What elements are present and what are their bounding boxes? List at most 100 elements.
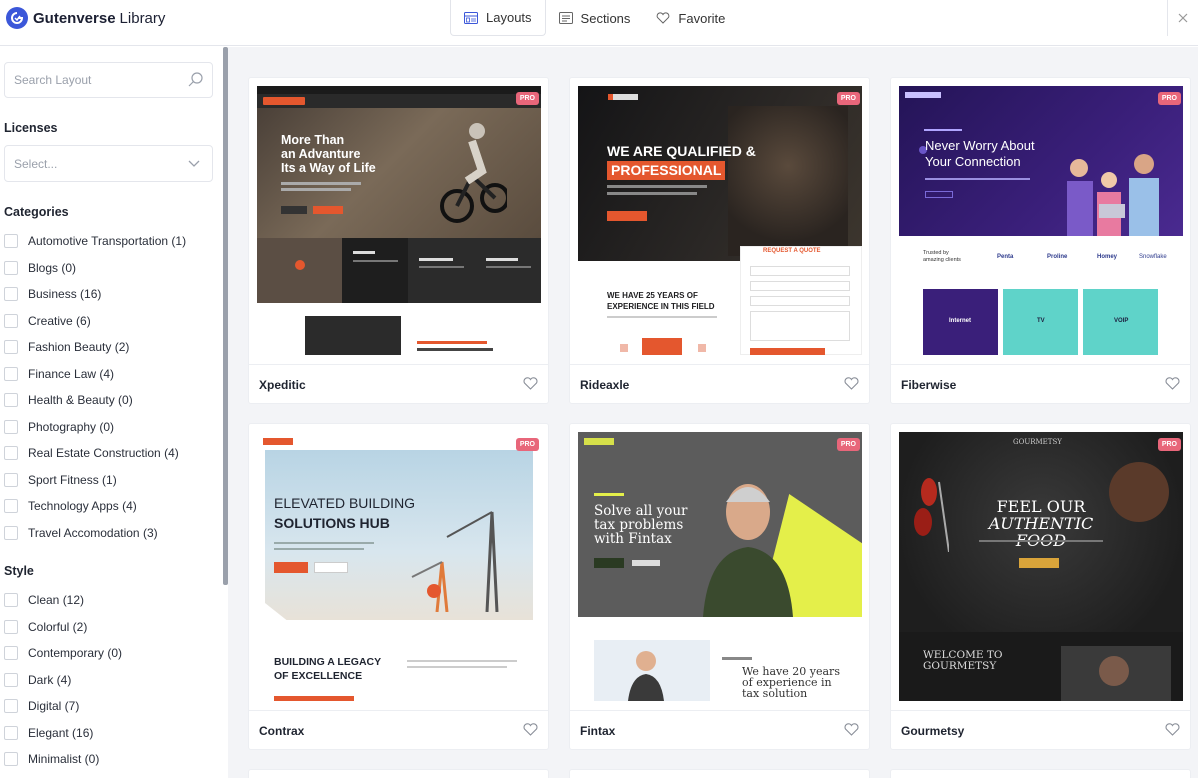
close-button[interactable]	[1167, 0, 1198, 36]
category-label: Sport Fitness (1)	[28, 472, 117, 487]
style-option[interactable]: Minimalist (0)	[4, 752, 99, 766]
category-label: Business (16)	[28, 287, 102, 301]
checkbox[interactable]	[4, 446, 18, 460]
category-option[interactable]: Travel Accomodation (3)	[4, 525, 158, 540]
gutenverse-logo-icon	[6, 7, 28, 29]
layout-card-fintax[interactable]: Solve all your tax problems with Fintax We…	[569, 423, 870, 750]
contrax-subhead: BUILDING A LEGACY OF EXCELLENCE	[274, 656, 382, 682]
category-label: Creative (6)	[28, 313, 91, 328]
checkbox[interactable]	[4, 366, 18, 381]
search-input[interactable]	[5, 63, 175, 97]
brand: Gutenverse Library	[6, 7, 165, 29]
licenses-select-value: Select...	[14, 157, 58, 171]
layout-card-rideaxle[interactable]: WE ARE QUALIFIED & PROFESSIONAL REQUEST …	[569, 77, 870, 404]
category-label: Health & Beauty (0)	[28, 393, 133, 407]
layout-card-xpeditic[interactable]: More Than an Advanture Its a Way of Life P…	[248, 77, 549, 404]
layout-card-next[interactable]	[569, 769, 870, 778]
chevron-down-icon	[188, 160, 200, 167]
licenses-select[interactable]: Select...	[4, 145, 213, 182]
category-label: Automotive Transportation (1)	[28, 234, 187, 248]
service-voip: VOIP	[1114, 318, 1129, 324]
layout-title: Gourmetsy	[901, 724, 965, 738]
layout-preview-fintax[interactable]: Solve all your tax problems with Fintax We…	[578, 432, 862, 701]
layout-card-gourmetsy[interactable]: GOURMETSY FEEL OUR AUTHENTIC FOOD WELCOME…	[890, 423, 1191, 750]
layout-preview-xpeditic[interactable]: More Than an Advanture Its a Way of Life P…	[257, 86, 541, 355]
layout-title: Contrax	[259, 724, 305, 738]
checkbox[interactable]	[4, 393, 18, 407]
heart-icon	[657, 12, 670, 24]
tab-sections[interactable]: Sections	[546, 0, 644, 36]
style-heading: Style	[4, 564, 34, 578]
checkbox[interactable]	[4, 725, 18, 740]
favorite-heart-icon[interactable]	[844, 723, 859, 736]
favorite-heart-icon[interactable]	[1165, 377, 1180, 390]
layout-card-next[interactable]	[248, 769, 549, 778]
favorite-heart-icon[interactable]	[1165, 723, 1180, 736]
brand-suffix: Library	[119, 9, 166, 27]
style-option[interactable]: Clean (12)	[4, 593, 84, 607]
category-option[interactable]: Sport Fitness (1)	[4, 472, 117, 487]
search-box	[4, 62, 213, 98]
checkbox[interactable]	[4, 340, 18, 354]
layout-title: Fiberwise	[901, 378, 957, 392]
favorite-heart-icon[interactable]	[844, 377, 859, 390]
pro-badge: PRO	[515, 438, 539, 451]
checkbox[interactable]	[4, 419, 18, 434]
checkbox[interactable]	[4, 313, 18, 328]
layout-preview-fiberwise[interactable]: Never Worry About Your Connection Trusted…	[899, 86, 1183, 355]
category-option[interactable]: Automotive Transportation (1)	[4, 234, 186, 248]
checkbox[interactable]	[4, 234, 18, 248]
style-option[interactable]: Colorful (2)	[4, 619, 87, 634]
search-icon[interactable]	[188, 72, 203, 87]
category-option[interactable]: Finance Law (4)	[4, 366, 114, 381]
category-label: Blogs (0)	[28, 260, 77, 275]
gourmetsy-brand: GOURMETSY	[1013, 438, 1062, 446]
style-option[interactable]: Elegant (16)	[4, 725, 93, 740]
checkbox[interactable]	[4, 699, 18, 713]
checkbox[interactable]	[4, 752, 18, 766]
layout-preview-rideaxle[interactable]: WE ARE QUALIFIED & PROFESSIONAL REQUEST …	[578, 86, 862, 355]
category-option[interactable]: Technology Apps (4)	[4, 499, 137, 513]
tab-favorite[interactable]: Favorite	[643, 0, 738, 36]
layout-card-next[interactable]	[890, 769, 1191, 778]
service-internet: Internet	[949, 318, 972, 324]
card-footer: Fintax	[570, 710, 869, 750]
checkbox[interactable]	[4, 499, 18, 513]
favorite-heart-icon[interactable]	[523, 723, 538, 736]
layout-preview-contrax[interactable]: ELEVATED BUILDING SOLUTIONS HUB BUILDING …	[257, 432, 541, 701]
layout-card-fiberwise[interactable]: Never Worry About Your Connection Trusted…	[890, 77, 1191, 404]
checkbox[interactable]	[4, 525, 18, 540]
licenses-heading: Licenses	[4, 121, 58, 135]
checkbox[interactable]	[4, 619, 18, 634]
category-option[interactable]: Photography (0)	[4, 419, 114, 434]
checkbox[interactable]	[4, 287, 18, 301]
tab-layouts[interactable]: Layouts	[450, 0, 546, 36]
style-label: Minimalist (0)	[28, 752, 100, 766]
checkbox[interactable]	[4, 593, 18, 607]
favorite-heart-icon[interactable]	[523, 377, 538, 390]
checkbox[interactable]	[4, 672, 18, 687]
checkbox[interactable]	[4, 472, 18, 487]
checkbox[interactable]	[4, 260, 18, 275]
category-option[interactable]: Fashion Beauty (2)	[4, 340, 129, 354]
category-option[interactable]: Creative (6)	[4, 313, 91, 328]
tab-sections-label: Sections	[580, 10, 631, 26]
filter-sidebar: Licenses Select... Categories Automotive…	[0, 47, 222, 778]
brand-snowflake: Snowflake	[1139, 254, 1167, 260]
section-icon	[558, 12, 573, 24]
style-option[interactable]: Dark (4)	[4, 672, 71, 687]
layout-card-contrax[interactable]: ELEVATED BUILDING SOLUTIONS HUB BUILDING …	[248, 423, 549, 750]
category-option[interactable]: Blogs (0)	[4, 260, 77, 275]
xpeditic-headline: More Than an Advanture Its a Way of Life	[281, 133, 376, 175]
category-label: Travel Accomodation (3)	[28, 525, 158, 540]
category-option[interactable]: Business (16)	[4, 287, 101, 301]
rideaxle-headline: WE ARE QUALIFIED & PROFESSIONAL	[607, 143, 756, 180]
style-option[interactable]: Digital (7)	[4, 699, 79, 713]
style-option[interactable]: Contemporary (0)	[4, 646, 122, 660]
checkbox[interactable]	[4, 646, 18, 660]
category-label: Real Estate Construction (4)	[28, 446, 179, 460]
category-option[interactable]: Health & Beauty (0)	[4, 393, 133, 407]
layout-preview-gourmetsy[interactable]: GOURMETSY FEEL OUR AUTHENTIC FOOD WELCOME…	[899, 432, 1183, 701]
layout-icon	[464, 11, 478, 24]
category-option[interactable]: Real Estate Construction (4)	[4, 446, 179, 460]
